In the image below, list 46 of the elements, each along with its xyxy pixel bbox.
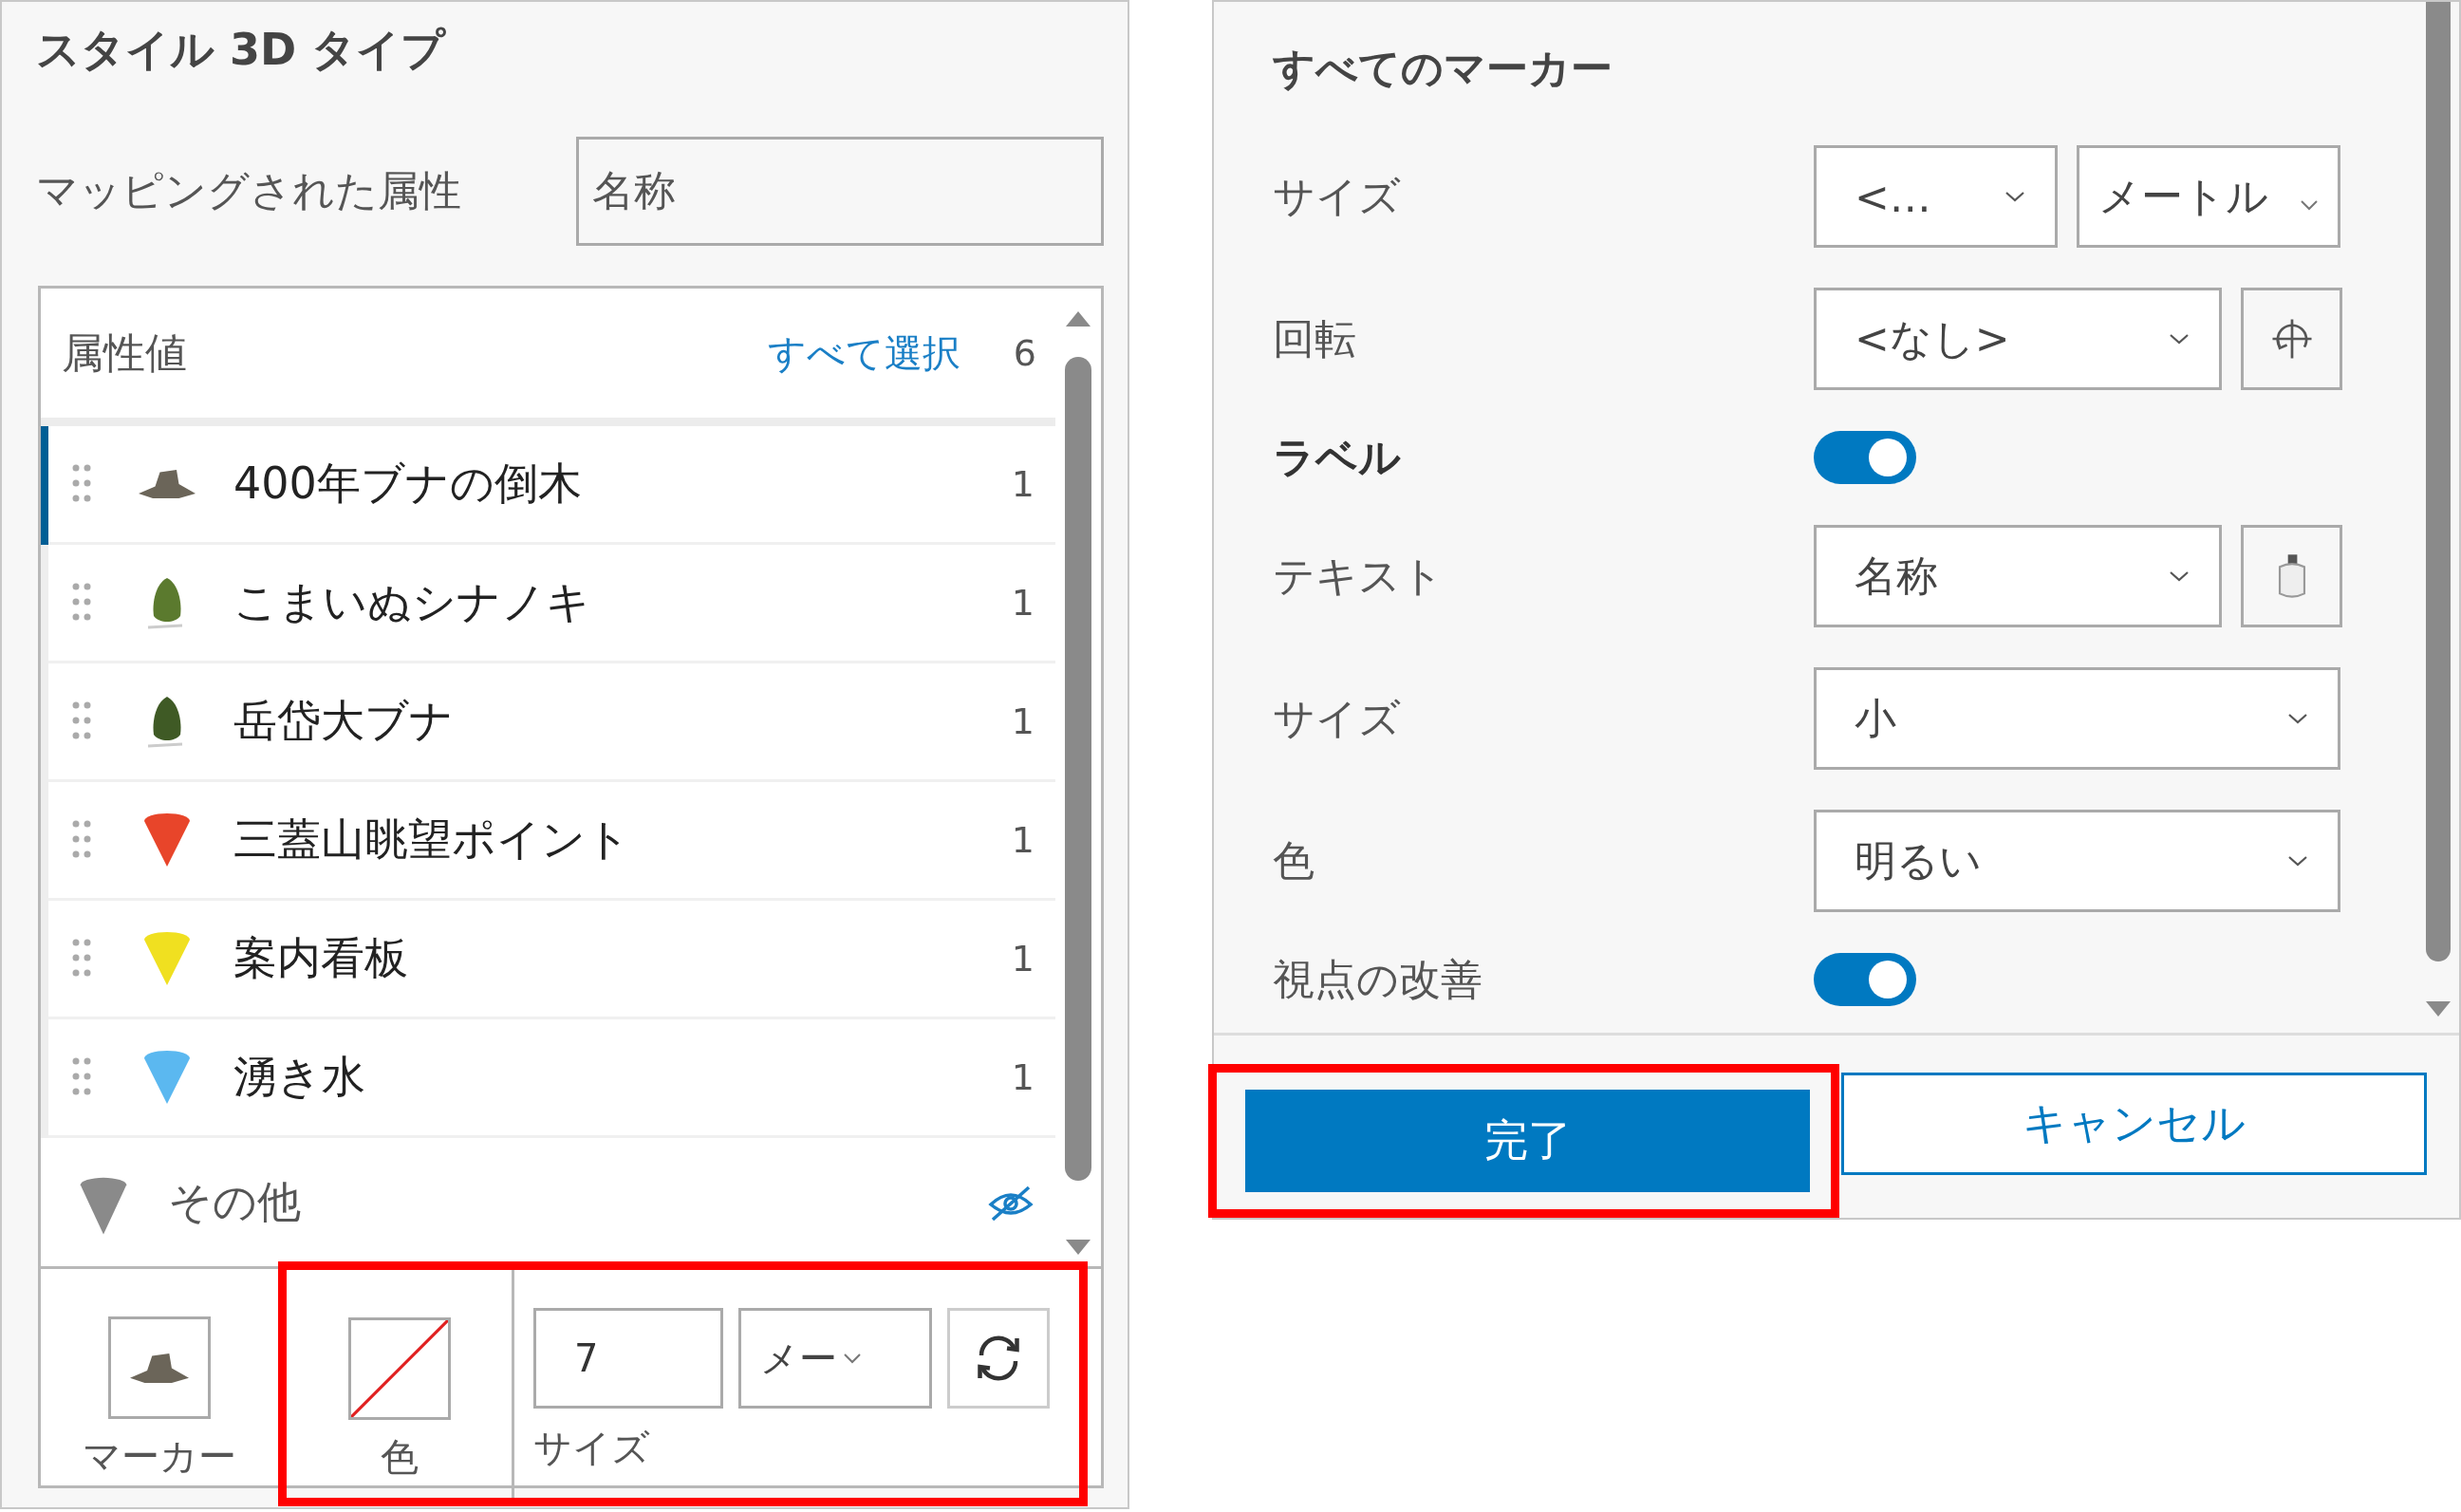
cancel-button[interactable]: キャンセル [1841,1073,2427,1175]
unit-dropdown[interactable]: メートル [2077,145,2340,248]
attribute-field[interactable]: 名称 [576,137,1104,246]
item-count: 1 [1011,582,1035,624]
list-item[interactable]: 岳岱大ブナ 1 [41,663,1055,782]
field-label: ラベル [1273,431,1402,483]
item-count: 1 [1011,819,1035,861]
done-button[interactable]: 完了 [1245,1090,1810,1192]
list-item[interactable]: 400年ブナの倒木 1 [41,426,1055,545]
unit-dropdown[interactable]: メー [738,1308,932,1409]
item-label: こまいぬシナノキ [233,575,590,629]
item-label: その他 [168,1174,301,1229]
list-item[interactable]: こまいぬシナノキ 1 [41,545,1055,663]
field-label: サイズ [1273,692,1402,744]
marker-label: マーカー [83,1433,236,1480]
field-label: 回転 [1273,312,1357,364]
item-label: 400年ブナの倒木 [233,457,582,511]
list-header: 属性値 [62,327,187,379]
field-label: 視点の改善 [1273,953,1483,1005]
size-dropdown[interactable]: <… [1814,145,2058,248]
list-item[interactable]: 三蓋山眺望ポイント 1 [41,782,1055,901]
item-label: 岳岱大ブナ [233,694,454,748]
color-label: 色 [380,1434,419,1481]
panel-title: すべてのマーカー [1273,42,1613,94]
item-count: 1 [1011,938,1035,980]
item-label: 三蓋山眺望ポイント [233,812,630,867]
dropdown[interactable]: 明るい [1814,810,2340,912]
item-label: 案内看板 [233,931,408,985]
item-count: 1 [1011,463,1035,505]
list-item[interactable]: 案内看板 1 [41,901,1055,1019]
panel-title: スタイル 3D タイプ [35,23,447,77]
field-label: サイズ [1273,170,1402,222]
size-input[interactable]: 7 [533,1308,723,1409]
field-label: 色 [1273,834,1315,887]
count-label: 6 [1013,332,1036,374]
item-count: 1 [1011,700,1035,742]
dropdown[interactable]: 名称 [1814,525,2222,627]
size-label: サイズ [533,1425,651,1471]
field-label: テキスト [1273,550,1445,602]
select-all-link[interactable]: すべて選択 [767,327,960,380]
list-item[interactable]: 湧き水 1 [41,1019,1055,1138]
item-label: 湧き水 [233,1050,365,1104]
dropdown[interactable]: 小 [1814,667,2340,770]
dropdown[interactable]: <なし> [1814,288,2222,390]
item-count: 1 [1011,1056,1035,1098]
field-label: マッピングされた属性 [36,165,461,216]
